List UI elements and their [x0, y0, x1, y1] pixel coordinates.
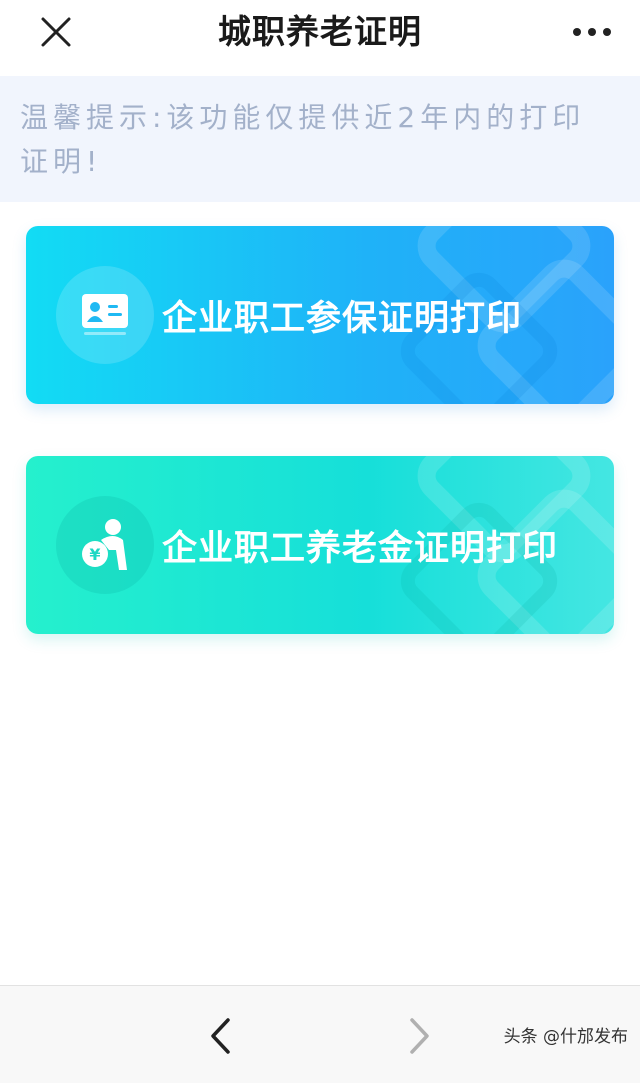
close-icon — [41, 17, 71, 47]
forward-button[interactable] — [400, 1014, 440, 1058]
pension-certificate-card[interactable]: ¥ 企业职工养老金证明打印 — [26, 456, 614, 634]
top-bar: 城职养老证明 — [0, 0, 640, 76]
back-button[interactable] — [200, 1014, 240, 1058]
more-icon — [573, 28, 611, 36]
page: 城职养老证明 温馨提示:该功能仅提供近2年内的打印证明! 企业职工参保证明打印 … — [0, 0, 640, 1083]
close-button[interactable] — [34, 12, 78, 52]
id-card-icon — [82, 294, 128, 335]
insurance-certificate-card[interactable]: 企业职工参保证明打印 — [26, 226, 614, 404]
notice-text: 温馨提示:该功能仅提供近2年内的打印证明! — [20, 101, 586, 178]
svg-text:¥: ¥ — [89, 545, 100, 564]
chevron-right-icon — [410, 1018, 429, 1054]
watermark: 头条 @什邡发布 — [503, 1027, 628, 1047]
page-title: 城职养老证明 — [218, 12, 422, 51]
card-icon-wrap — [56, 266, 154, 364]
more-button[interactable] — [568, 14, 616, 50]
elderly-pension-icon: ¥ — [82, 519, 127, 570]
bottom-nav-bar: 头条 @什邡发布 — [0, 985, 640, 1083]
notice-banner: 温馨提示:该功能仅提供近2年内的打印证明! — [0, 76, 640, 202]
card-icon-wrap: ¥ — [56, 496, 154, 594]
card-label: 企业职工养老金证明打印 — [162, 528, 559, 569]
card-label: 企业职工参保证明打印 — [162, 298, 523, 339]
chevron-left-icon — [211, 1018, 230, 1054]
